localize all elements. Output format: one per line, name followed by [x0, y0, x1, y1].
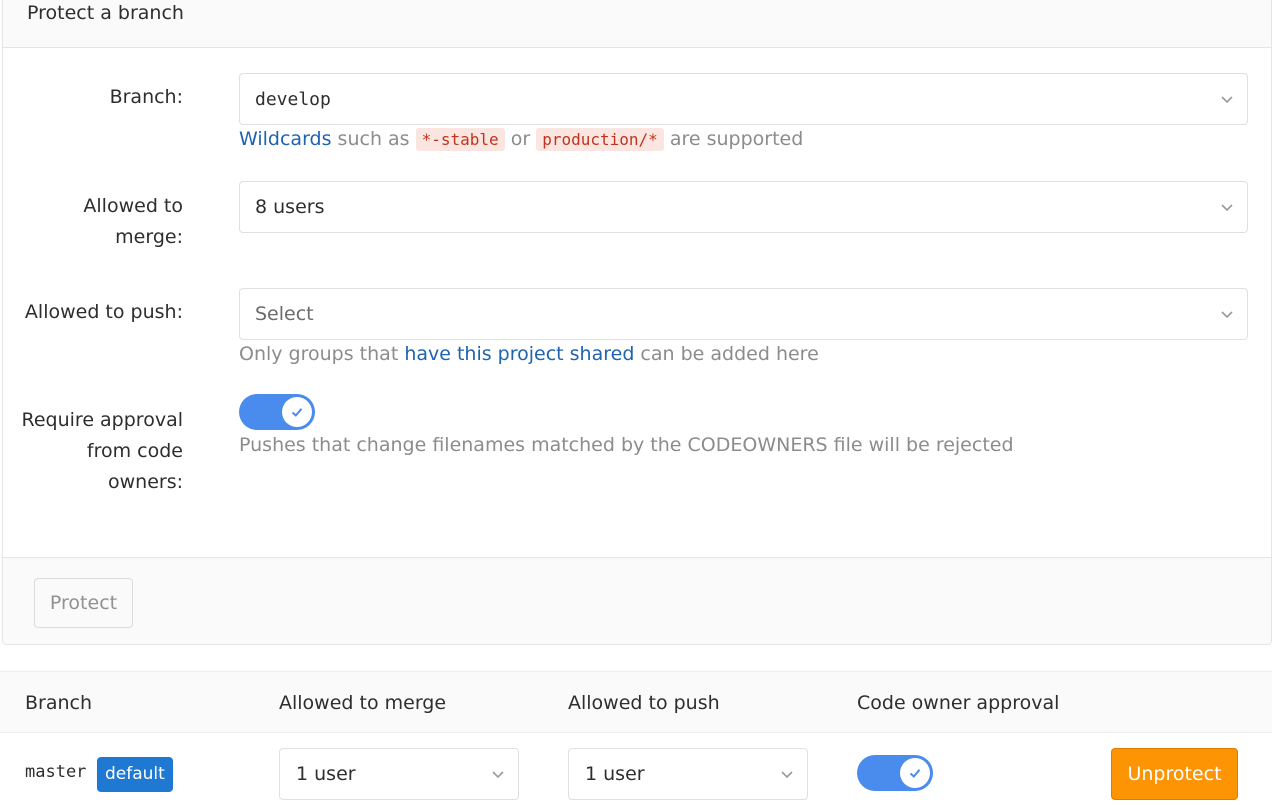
codeowners-label: Require approval from code owners:: [21, 409, 184, 493]
check-icon: [291, 408, 303, 417]
column-header-push: Allowed to push: [568, 692, 720, 714]
chevron-down-icon: [781, 771, 793, 779]
row-push-select[interactable]: 1 user: [568, 748, 808, 800]
merge-label: Allowed to merge:: [83, 195, 183, 248]
row-codeowner-toggle[interactable]: [857, 755, 933, 791]
column-header-merge: Allowed to merge: [279, 692, 447, 714]
chevron-down-icon: [492, 771, 504, 779]
column-header-branch: Branch: [25, 692, 93, 714]
unprotect-button[interactable]: Unprotect: [1111, 748, 1238, 800]
wildcards-link[interactable]: Wildcards: [239, 128, 332, 150]
merge-select[interactable]: 8 users: [239, 181, 1248, 233]
code-stable: *-stable: [415, 128, 505, 151]
protect-branch-panel: Protect a branch Branch: develop Wildcar…: [2, 0, 1272, 645]
code-production: production/*: [536, 128, 664, 151]
panel-title: Protect a branch: [27, 2, 184, 24]
table-row: master default 1 user 1 user Unprotect: [0, 733, 1272, 805]
check-icon: [909, 769, 921, 778]
branch-select[interactable]: develop: [239, 73, 1248, 125]
row-merge-value: 1 user: [296, 763, 356, 785]
codeowners-toggle[interactable]: [239, 394, 315, 430]
codeowners-help: Pushes that change filenames matched by …: [239, 434, 1014, 456]
branch-select-value: develop: [255, 88, 331, 110]
branch-help: Wildcards such as *-stable or production…: [239, 128, 804, 151]
branch-label: Branch:: [109, 86, 183, 108]
chevron-down-icon: [1221, 96, 1233, 104]
project-shared-link[interactable]: have this project shared: [404, 343, 634, 365]
row-push-value: 1 user: [585, 763, 645, 785]
push-select[interactable]: Select: [239, 288, 1248, 340]
merge-select-value: 8 users: [255, 196, 325, 218]
panel-header: Protect a branch: [3, 0, 1271, 48]
protect-button[interactable]: Protect: [34, 578, 133, 628]
column-header-code-owner: Code owner approval: [857, 692, 1060, 714]
table-header: Branch Allowed to merge Allowed to push …: [0, 671, 1272, 733]
push-help: Only groups that have this project share…: [239, 343, 819, 365]
row-merge-select[interactable]: 1 user: [279, 748, 519, 800]
push-label: Allowed to push:: [24, 301, 183, 323]
chevron-down-icon: [1221, 311, 1233, 319]
branch-name: master: [25, 762, 87, 782]
push-select-placeholder: Select: [255, 303, 314, 325]
chevron-down-icon: [1221, 204, 1233, 212]
panel-footer: Protect: [3, 557, 1271, 644]
default-badge: default: [97, 757, 173, 792]
